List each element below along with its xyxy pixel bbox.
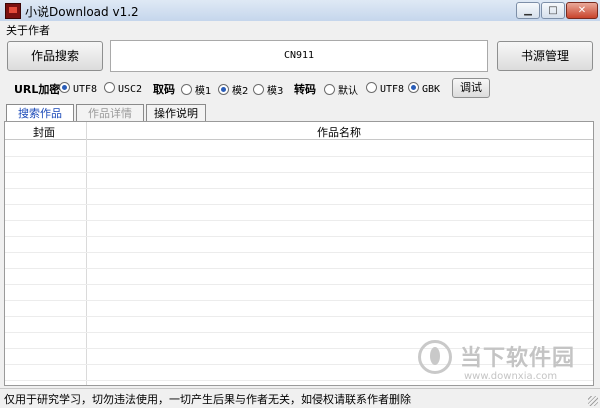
debug-button[interactable]: 调试 <box>452 78 490 98</box>
menu-bar: 关于作者 <box>0 21 600 37</box>
radio-convert-gbk[interactable]: GBK <box>408 82 440 95</box>
watermark: 当下软件园 www.downxia.com <box>418 340 588 388</box>
fetch-label: 取码 <box>153 83 175 96</box>
status-bar: 仅用于研究学习，切勿违法使用，一切产生后果与作者无关，如侵权请联系作者删除 <box>0 388 600 408</box>
radio-convert-default[interactable]: 默认 <box>324 82 358 97</box>
column-header-cover[interactable]: 封面 <box>33 124 55 140</box>
menu-about[interactable]: 关于作者 <box>6 22 50 38</box>
tab-search-works[interactable]: 搜索作品 <box>6 104 74 122</box>
status-text: 仅用于研究学习，切勿违法使用，一切产生后果与作者无关，如侵权请联系作者删除 <box>4 393 411 406</box>
minimize-button[interactable]: ▁ <box>516 2 540 19</box>
window-title: 小说Download v1.2 <box>25 5 139 19</box>
grid-row-line <box>5 316 593 317</box>
grid-row-line <box>5 332 593 333</box>
radio-dot-icon <box>324 84 335 95</box>
radio-url-usc2[interactable]: USC2 <box>104 82 142 95</box>
grid-row-line <box>5 300 593 301</box>
watermark-url: www.downxia.com <box>464 371 558 382</box>
radio-dot-icon <box>408 82 419 93</box>
radio-dot-icon <box>181 84 192 95</box>
column-header-title[interactable]: 作品名称 <box>317 124 361 140</box>
radio-dot-icon <box>218 84 229 95</box>
radio-dot-icon <box>59 82 70 93</box>
source-manage-button[interactable]: 书源管理 <box>497 41 593 71</box>
app-icon <box>5 3 21 19</box>
radio-convert-utf8[interactable]: UTF8 <box>366 82 404 95</box>
grid-row-line <box>5 172 593 173</box>
watermark-title: 当下软件园 <box>460 346 576 371</box>
resize-grip-icon[interactable] <box>588 396 598 406</box>
tab-instructions[interactable]: 操作说明 <box>146 104 206 121</box>
radio-dot-icon <box>104 82 115 93</box>
downxia-logo-icon <box>418 340 452 374</box>
tab-bar: 搜索作品 作品详情 操作说明 <box>4 104 596 122</box>
grid-row-line <box>5 236 593 237</box>
radio-fetch-1[interactable]: 模1 <box>181 82 211 97</box>
tab-work-details[interactable]: 作品详情 <box>76 104 144 121</box>
grid-row-line <box>5 220 593 221</box>
search-input[interactable]: CN911 <box>110 40 488 72</box>
grid-row-line <box>5 156 593 157</box>
column-divider <box>86 122 87 385</box>
radio-fetch-3[interactable]: 模3 <box>253 82 283 97</box>
url-encode-label: URL加密 <box>14 83 61 96</box>
grid-row-line <box>5 252 593 253</box>
radio-fetch-2[interactable]: 模2 <box>218 82 248 97</box>
table-header: 封面 作品名称 <box>5 122 593 140</box>
close-button[interactable]: ✕ <box>566 2 598 19</box>
convert-label: 转码 <box>294 83 316 96</box>
radio-url-utf8[interactable]: UTF8 <box>59 82 97 95</box>
title-bar: 小说Download v1.2 ▁ □ ✕ <box>0 0 600 22</box>
grid-row-line <box>5 188 593 189</box>
search-button[interactable]: 作品搜索 <box>7 41 103 71</box>
grid-row-line <box>5 204 593 205</box>
radio-dot-icon <box>253 84 264 95</box>
grid-row-line <box>5 284 593 285</box>
maximize-button[interactable]: □ <box>541 2 565 19</box>
grid-row-line <box>5 268 593 269</box>
radio-dot-icon <box>366 82 377 93</box>
